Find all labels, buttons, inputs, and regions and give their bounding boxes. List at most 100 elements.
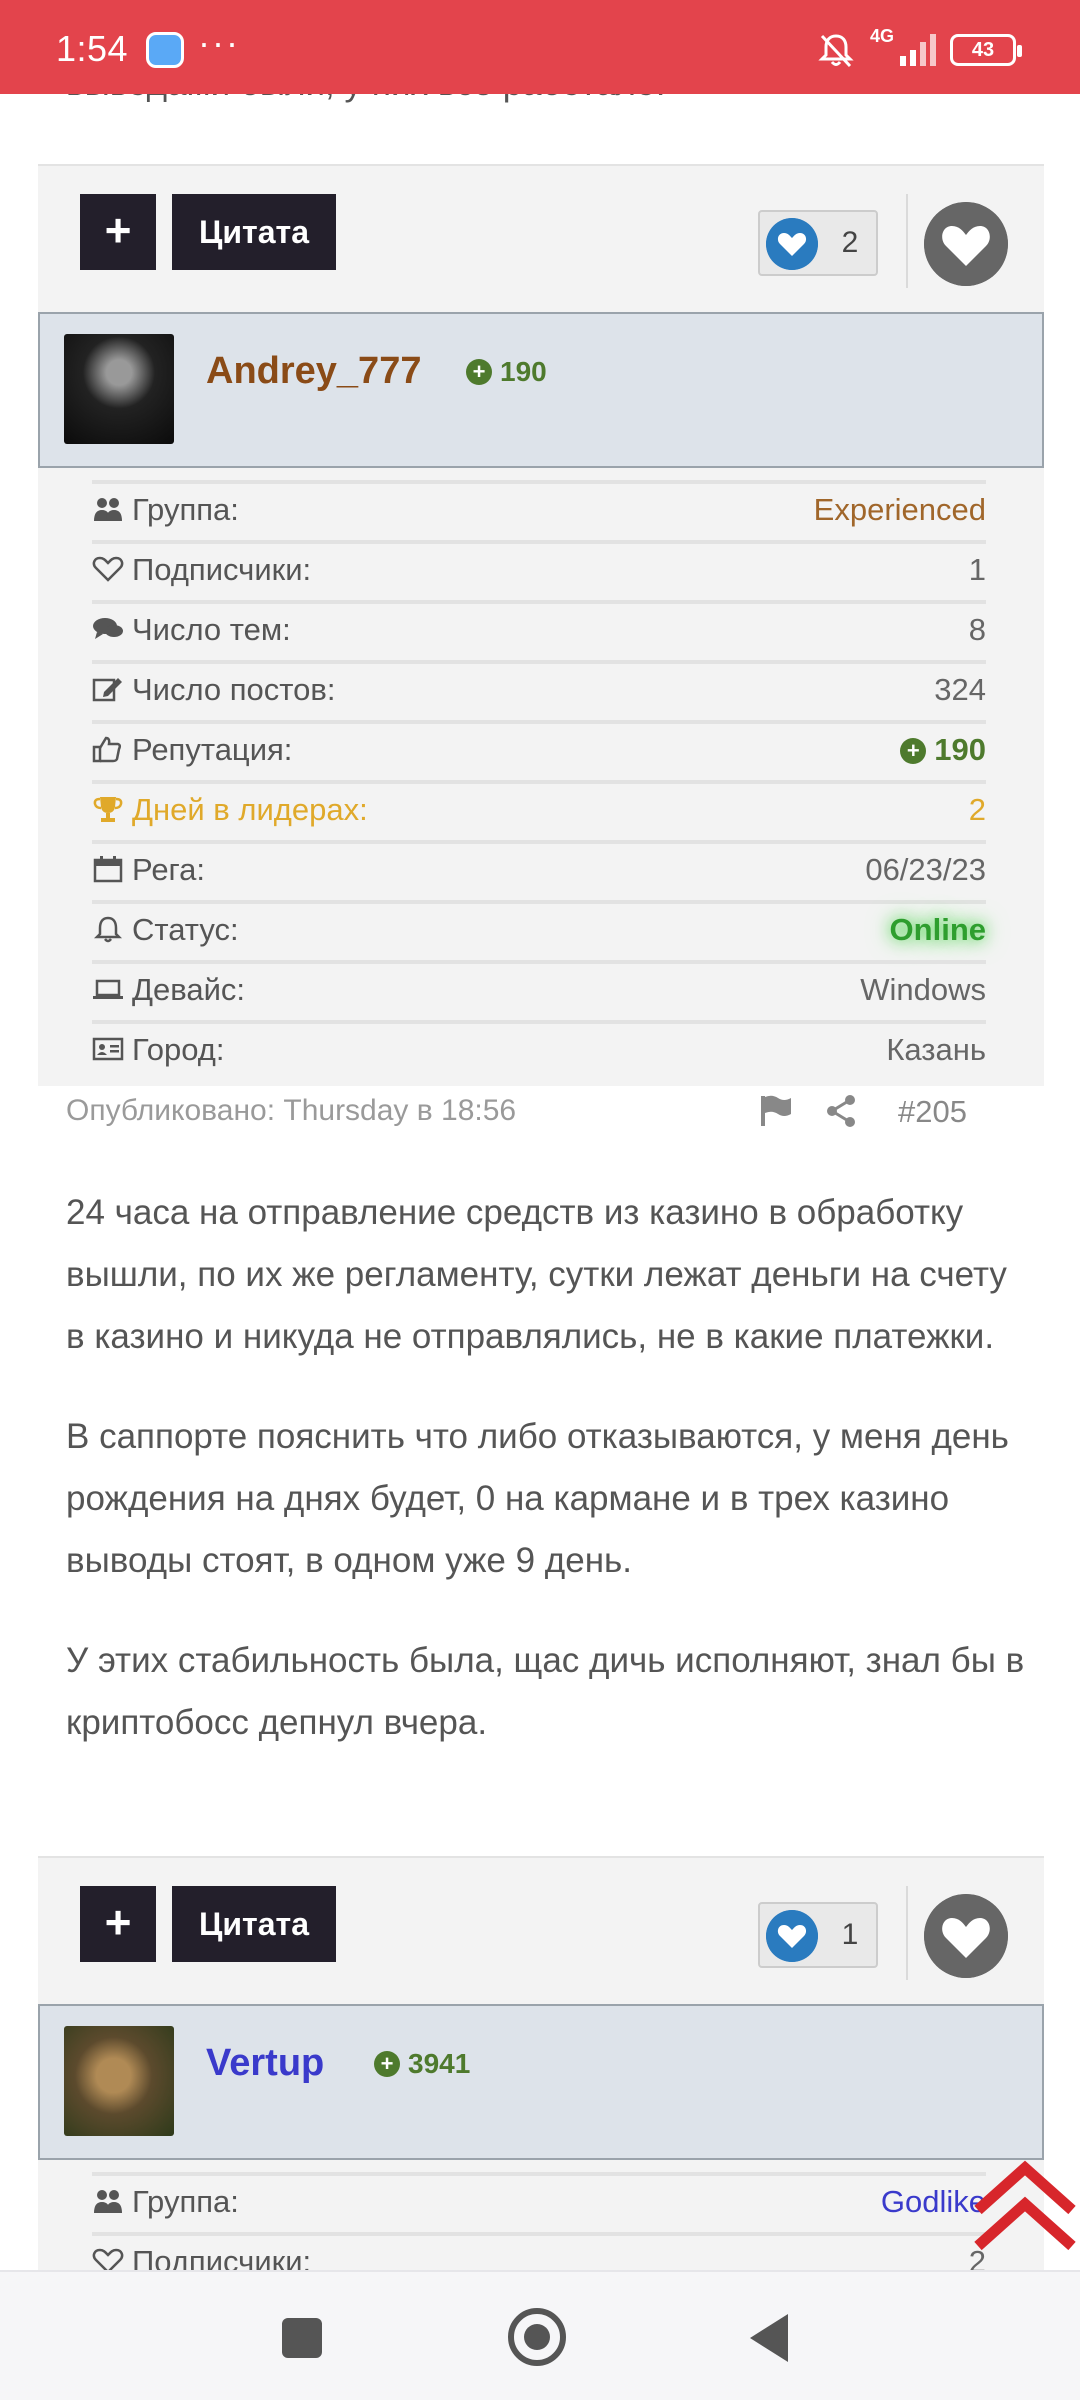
- info-row-city: Город: Казань: [92, 1020, 986, 1080]
- post-paragraph: 24 часа на отправление средств из казино…: [66, 1193, 1007, 1356]
- avatar[interactable]: [64, 334, 174, 444]
- info-label: Группа:: [132, 492, 239, 527]
- edit-icon: [92, 675, 124, 703]
- info-value-group[interactable]: Experienced: [814, 492, 986, 528]
- heart-outline-icon: [92, 555, 124, 583]
- battery-icon: 43: [950, 34, 1022, 66]
- more-notifications-icon: ···: [198, 22, 240, 63]
- post-paragraph: В саппорте пояснить что либо отказываютс…: [66, 1417, 1009, 1580]
- author-info-panel: Группа: Godlike Подписчики: 2: [38, 2160, 1044, 2270]
- post-action-bar: + Цитата 1: [38, 1856, 1044, 2006]
- info-label: Подписчики:: [132, 552, 312, 587]
- reaction-box[interactable]: 2: [758, 210, 878, 276]
- info-row-status: Статус: Online: [92, 900, 986, 960]
- plus-circle-icon: +: [466, 359, 492, 385]
- reputation-value: 190: [500, 356, 547, 387]
- reaction-box[interactable]: 1: [758, 1902, 878, 1968]
- info-value-topics: 8: [968, 612, 986, 647]
- scroll-to-top-icon[interactable]: [970, 2150, 1080, 2260]
- info-value-registration: 06/23/23: [865, 852, 986, 887]
- info-row-followers: Подписчики: 1: [92, 540, 986, 600]
- multiquote-button[interactable]: +: [80, 1886, 156, 1962]
- home-button[interactable]: [508, 2308, 566, 2366]
- author-info-panel: Группа: Experienced Подписчики: 1 Число …: [38, 468, 1044, 1086]
- info-row-topics: Число тем: 8: [92, 600, 986, 660]
- info-row-followers: Подписчики: 2: [92, 2232, 986, 2270]
- react-heart-button[interactable]: [924, 1894, 1008, 1978]
- info-label: Город:: [132, 1032, 225, 1067]
- heart-outline-icon: [92, 2247, 124, 2270]
- like-count: 2: [841, 226, 859, 259]
- info-row-posts: Число постов: 324: [92, 660, 986, 720]
- back-button[interactable]: [750, 2314, 788, 2362]
- post-body: 24 часа на отправление средств из казино…: [66, 1182, 1026, 1792]
- author-reputation: +3941: [374, 2048, 470, 2080]
- report-flag-icon[interactable]: [758, 1094, 794, 1128]
- divider: [906, 194, 908, 288]
- signal-icon: [900, 34, 936, 66]
- users-icon: [92, 2187, 124, 2215]
- info-value-followers: 1: [968, 552, 986, 587]
- info-label: Дней в лидерах:: [132, 792, 368, 827]
- published-date: Опубликовано: Thursday в 18:56: [66, 1094, 517, 1127]
- info-label: Девайс:: [132, 972, 246, 1007]
- info-label: Репутация:: [132, 732, 293, 767]
- bell-icon: [92, 915, 124, 943]
- quote-button[interactable]: Цитата: [172, 194, 336, 270]
- author-username[interactable]: Andrey_777: [206, 350, 421, 393]
- users-icon: [92, 495, 124, 523]
- post-number-link[interactable]: #205: [898, 1094, 967, 1130]
- info-label: Статус:: [132, 912, 239, 947]
- plus-circle-icon: +: [374, 2051, 400, 2077]
- plus-circle-icon: +: [900, 738, 927, 764]
- heart-like-icon: [766, 1910, 818, 1962]
- trophy-icon: [92, 795, 124, 823]
- info-value-device: Windows: [860, 972, 986, 1007]
- reputation-value: 190: [934, 732, 986, 767]
- info-row-leader-days: Дней в лидерах: 2: [92, 780, 986, 840]
- thumbs-up-icon: [92, 735, 124, 763]
- info-label: Группа:: [132, 2184, 239, 2219]
- previous-post-text: выводами были, у них все работало.: [66, 94, 666, 104]
- author-header: Vertup +3941: [38, 2004, 1044, 2160]
- react-heart-button[interactable]: [924, 202, 1008, 286]
- avatar[interactable]: [64, 2026, 174, 2136]
- info-value-status: Online: [889, 912, 986, 947]
- info-value-city: Казань: [886, 1032, 986, 1067]
- info-row-group: Группа: Godlike: [92, 2172, 986, 2232]
- comments-icon: [92, 615, 124, 643]
- divider: [906, 1886, 908, 1980]
- notification-app-icon: [146, 32, 184, 68]
- share-icon[interactable]: [824, 1094, 858, 1128]
- status-bar: 1:54 ··· 4G 43: [0, 0, 1080, 94]
- info-label: Подписчики:: [132, 2244, 312, 2270]
- author-username[interactable]: Vertup: [206, 2042, 324, 2085]
- info-label: Число тем:: [132, 612, 291, 647]
- recents-button[interactable]: [282, 2318, 322, 2358]
- info-value-posts: 324: [934, 672, 986, 707]
- system-nav-bar: [0, 2270, 1080, 2400]
- info-value-leader-days: 2: [968, 792, 986, 827]
- info-label: Рега:: [132, 852, 206, 887]
- info-row-device: Девайс: Windows: [92, 960, 986, 1020]
- info-row-reputation: Репутация: +190: [92, 720, 986, 780]
- post-paragraph: У этих стабильность была, щас дичь испол…: [66, 1641, 1025, 1742]
- author-reputation: +190: [466, 356, 547, 388]
- heart-like-icon: [766, 218, 818, 270]
- page-content: выводами были, у них все работало. + Цит…: [0, 94, 1080, 2270]
- clock: 1:54: [56, 28, 129, 69]
- id-card-icon: [92, 1035, 124, 1063]
- laptop-icon: [92, 975, 124, 1003]
- info-value-reputation: +190: [900, 732, 986, 768]
- like-count: 1: [841, 1918, 859, 1951]
- post-action-bar: + Цитата 2: [38, 164, 1044, 314]
- info-label: Число постов:: [132, 672, 336, 707]
- quote-button[interactable]: Цитата: [172, 1886, 336, 1962]
- multiquote-button[interactable]: +: [80, 194, 156, 270]
- info-row-registration: Рега: 06/23/23: [92, 840, 986, 900]
- bell-off-icon: [818, 34, 854, 68]
- info-row-group: Группа: Experienced: [92, 480, 986, 540]
- author-header: Andrey_777 +190: [38, 312, 1044, 468]
- reputation-value: 3941: [408, 2048, 471, 2079]
- calendar-icon: [92, 855, 124, 883]
